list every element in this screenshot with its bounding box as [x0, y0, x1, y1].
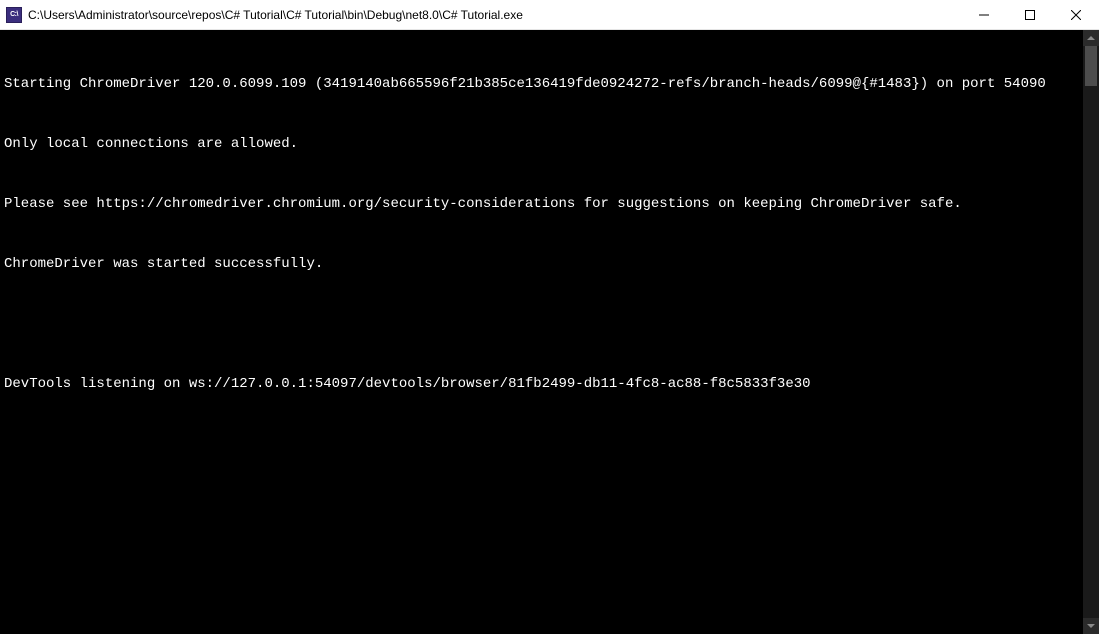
console-line: Starting ChromeDriver 120.0.6099.109 (34… — [4, 74, 1079, 94]
scroll-up-button[interactable] — [1083, 30, 1099, 46]
console-line: ChromeDriver was started successfully. — [4, 254, 1079, 274]
window-title: C:\Users\Administrator\source\repos\C# T… — [28, 8, 961, 22]
minimize-button[interactable] — [961, 0, 1007, 29]
app-icon: C:\ — [6, 7, 22, 23]
maximize-button[interactable] — [1007, 0, 1053, 29]
window-controls — [961, 0, 1099, 29]
close-button[interactable] — [1053, 0, 1099, 29]
console-icon: C:\ — [6, 7, 22, 23]
console-line — [4, 314, 1079, 334]
minimize-icon — [979, 10, 989, 20]
console-area: Starting ChromeDriver 120.0.6099.109 (34… — [0, 30, 1099, 634]
console-line: Only local connections are allowed. — [4, 134, 1079, 154]
console-line: Please see https://chromedriver.chromium… — [4, 194, 1079, 214]
console-output[interactable]: Starting ChromeDriver 120.0.6099.109 (34… — [0, 30, 1083, 634]
scroll-thumb[interactable] — [1085, 46, 1097, 86]
vertical-scrollbar[interactable] — [1083, 30, 1099, 634]
scroll-down-button[interactable] — [1083, 618, 1099, 634]
close-icon — [1071, 10, 1081, 20]
maximize-icon — [1025, 10, 1035, 20]
console-line: DevTools listening on ws://127.0.0.1:540… — [4, 374, 1079, 394]
title-bar[interactable]: C:\ C:\Users\Administrator\source\repos\… — [0, 0, 1099, 30]
